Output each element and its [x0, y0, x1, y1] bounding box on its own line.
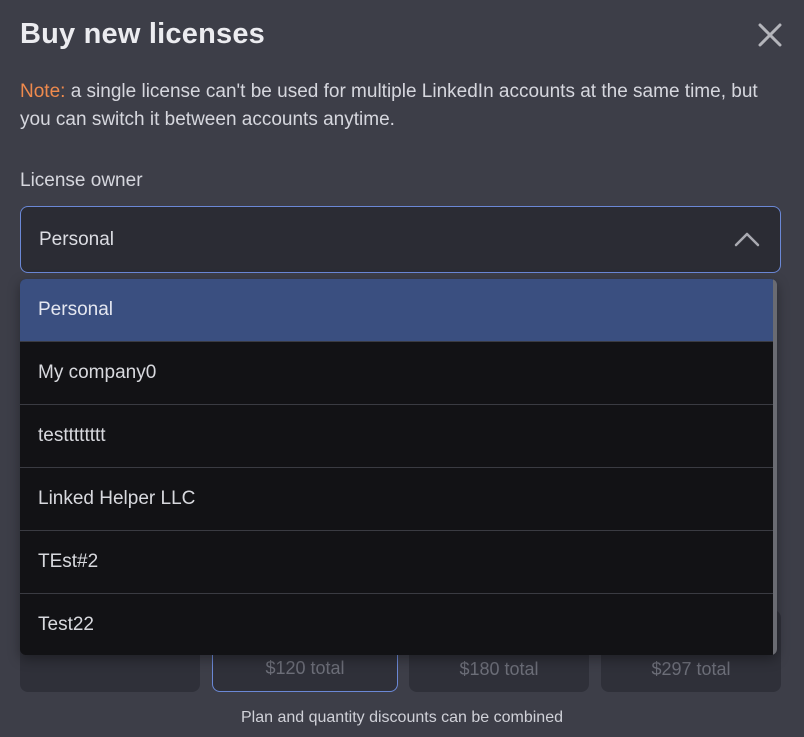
dropdown-option[interactable]: Linked Helper LLC [20, 468, 777, 531]
chevron-up-icon[interactable] [734, 231, 760, 247]
note-label: Note: [20, 81, 66, 102]
plan-total: $180 total [459, 659, 539, 679]
plan-total: $120 total [265, 658, 345, 678]
close-icon [758, 23, 782, 47]
license-owner-selected-value: Personal [39, 229, 114, 250]
dropdown-option[interactable]: My company0 [20, 342, 777, 405]
dropdown-scrollbar[interactable] [773, 279, 777, 655]
dropdown-option[interactable]: Personal [20, 279, 777, 342]
dialog-title: Buy new licenses [20, 18, 265, 50]
license-owner-dropdown: Personal My company0 testttttttt Linked … [20, 279, 777, 655]
dropdown-option[interactable]: TEst#2 [20, 531, 777, 594]
license-owner-select[interactable]: Personal [20, 206, 781, 273]
discount-footnote: Plan and quantity discounts can be combi… [241, 709, 563, 726]
dropdown-option[interactable]: Test22 [20, 594, 777, 655]
note-body: a single license can't be used for multi… [20, 81, 758, 130]
dropdown-option[interactable]: testttttttt [20, 405, 777, 468]
plan-total: $297 total [651, 659, 731, 679]
close-button[interactable] [754, 19, 786, 51]
note-text: Note: a single license can't be used for… [20, 78, 780, 134]
license-owner-label: License owner [20, 170, 143, 191]
